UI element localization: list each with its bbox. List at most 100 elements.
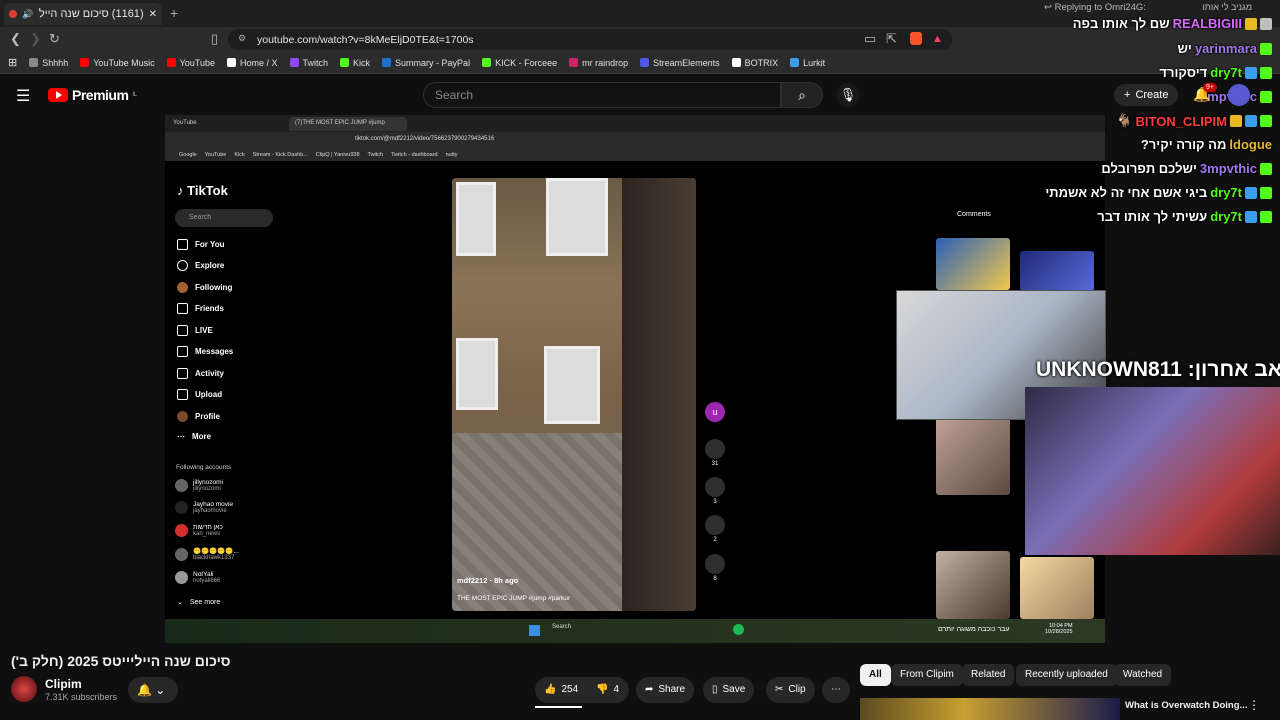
badge-icon xyxy=(1230,115,1242,127)
account-name: jillynozomi xyxy=(193,479,223,486)
chip-from-channel[interactable]: From Clipim xyxy=(891,664,963,686)
clock-date: 10/28/2025 xyxy=(1045,629,1073,635)
home-icon xyxy=(177,239,188,250)
more-actions-button[interactable]: ⋯ xyxy=(822,677,850,703)
thumbnail-image xyxy=(1020,557,1094,619)
lurkit-icon xyxy=(790,58,800,67)
bookmark-item[interactable]: Kick xyxy=(340,58,370,68)
subscription-bell-button[interactable]: 🔔 ⌄ xyxy=(128,677,178,703)
share-page-icon[interactable]: ⇱ xyxy=(886,31,897,47)
channel-name[interactable]: Clipim xyxy=(45,677,82,691)
taskbar-tray: עבר כוכבה משוגה יותרם xyxy=(938,626,1010,633)
bookmark-item[interactable]: Twitch xyxy=(289,58,328,68)
close-tab-icon[interactable]: ✕ xyxy=(149,9,157,20)
brave-shield-icon[interactable] xyxy=(910,32,922,45)
avatar xyxy=(175,501,188,514)
bookmark-item[interactable]: Summary - PayPal xyxy=(382,58,470,68)
thumbnail-image xyxy=(936,551,1010,619)
tiktok-nav-item: LIVE xyxy=(177,325,213,336)
bookmark-label: YouTube xyxy=(179,57,215,68)
captured-bookmark: Stream - Kick Dashb... xyxy=(252,151,308,158)
badge-icon xyxy=(1260,210,1272,223)
back-icon[interactable]: ❮ xyxy=(10,31,21,47)
cast-icon[interactable]: ▭ xyxy=(864,31,876,47)
bookmark-item[interactable]: YouTube xyxy=(166,57,215,68)
url-text: youtube.com/watch?v=8kMeEljD0TE&t=1700s xyxy=(257,34,474,46)
wall-image xyxy=(622,178,696,611)
window-image xyxy=(456,182,496,256)
browser-tab[interactable]: 🔊 (1161) סיכום שנה הייליייטס 25 ✕ xyxy=(4,3,162,25)
bookmark-item[interactable]: BOTRIX xyxy=(731,58,778,68)
tiktok-nav-label: Messages xyxy=(195,347,234,356)
avatar xyxy=(175,524,188,537)
chip-recently-uploaded[interactable]: Recently uploaded xyxy=(1016,664,1117,686)
following-account: NotYali notyali666 xyxy=(175,571,220,584)
heart-icon xyxy=(705,439,725,459)
tiktok-nav-label: Upload xyxy=(195,390,223,399)
like-button[interactable]: 👍 254 xyxy=(535,677,587,703)
menu-icon[interactable]: ☰ xyxy=(16,86,30,106)
youtube-logo-icon xyxy=(48,88,68,102)
chevron-down-icon: ⌄ xyxy=(155,683,166,697)
chat-message: 🐐 BITON_CLIPIM xyxy=(1116,113,1272,129)
dislike-button[interactable]: 👎 4 xyxy=(587,677,628,703)
badge-icon xyxy=(1260,90,1272,103)
recommended-video-thumbnail[interactable] xyxy=(860,698,1120,720)
bookmark-page-icon[interactable]: ▯ xyxy=(211,31,218,47)
speaker-icon[interactable]: 🔊 xyxy=(22,9,33,20)
captured-tab-active: (7)THE MOST EPIC JUMP #jump xyxy=(289,117,407,131)
forward-icon[interactable]: ❯ xyxy=(30,31,41,47)
bookmark-item[interactable]: Home / X xyxy=(227,58,278,68)
bookmark-item[interactable]: YouTube Music xyxy=(80,58,155,68)
tiktok-clip xyxy=(452,178,696,611)
clip-author: mdf2212 · 8h ago xyxy=(457,576,519,585)
apps-icon[interactable]: ⊞ xyxy=(8,56,17,69)
chat-username: BITON_CLIPIM xyxy=(1135,113,1228,129)
thumbnail-image xyxy=(1020,251,1094,291)
thumbs-up-icon: 👍 xyxy=(544,684,557,695)
voice-search-button[interactable]: 🎙 xyxy=(836,83,860,107)
search-placeholder: Search xyxy=(435,88,474,102)
following-account: כאן חדשות kan_news xyxy=(175,524,223,537)
youtube-premium-logo[interactable]: Premium IL xyxy=(48,87,137,103)
bookmark-item[interactable]: mr raindrop xyxy=(569,58,628,68)
tiktok-nav-item: Upload xyxy=(177,389,222,400)
clip-button[interactable]: ✂ Clip xyxy=(766,677,815,703)
recommended-more-icon[interactable]: ⋮ xyxy=(1248,698,1260,712)
new-tab-icon[interactable]: + xyxy=(170,5,178,21)
chat-message: שם לך אותו בפה REALBIGIII xyxy=(1073,16,1272,31)
save-button[interactable]: ▯ Save xyxy=(703,677,755,703)
botrix-icon xyxy=(731,58,741,67)
chip-all[interactable]: All xyxy=(860,664,891,686)
following-avatar-icon xyxy=(177,282,188,293)
recommended-video-title[interactable]: What is Overwatch Doing... xyxy=(1125,700,1247,711)
brave-rewards-icon[interactable]: ▲ xyxy=(932,33,943,45)
search-input[interactable]: Search xyxy=(423,82,781,108)
captured-address-bar: tiktok.com/@mdf2212/video/75662379002794… xyxy=(165,132,1105,148)
chip-related[interactable]: Related xyxy=(962,664,1015,686)
tiktok-nav-item: Messages xyxy=(177,346,233,357)
chip-watched[interactable]: Watched xyxy=(1114,664,1172,686)
channel-avatar[interactable] xyxy=(11,676,37,702)
creator-avatar-letter: u xyxy=(705,402,725,422)
bookmark-item[interactable]: Lurkit xyxy=(790,58,825,68)
reload-icon[interactable]: ↻ xyxy=(49,31,60,47)
thumbnail-image xyxy=(936,407,1010,495)
account-name: NotYali xyxy=(193,571,214,578)
share-button[interactable]: ➦ Share xyxy=(636,677,695,703)
chat-text: ?מה קורה יקיר xyxy=(1140,137,1227,152)
badge-icon xyxy=(1245,66,1257,79)
bookmark-item[interactable]: KICK - Forceee xyxy=(482,58,557,68)
bookmark-item[interactable]: StreamElements xyxy=(640,58,720,68)
bookmark-item[interactable]: Shhhh xyxy=(29,58,68,68)
chip-label: Related xyxy=(971,669,1006,680)
captured-bookmark: Twitch xyxy=(367,151,384,158)
comment-icon xyxy=(705,477,725,497)
account-avatar[interactable] xyxy=(1228,84,1250,106)
site-info-icon[interactable]: ⚙ xyxy=(238,33,246,44)
avatar xyxy=(175,547,188,561)
badge-icon xyxy=(1260,186,1272,199)
search-button[interactable]: ⌕ xyxy=(781,82,823,108)
create-button[interactable]: + Create xyxy=(1114,84,1179,106)
taskbar-search: Search xyxy=(552,624,572,630)
